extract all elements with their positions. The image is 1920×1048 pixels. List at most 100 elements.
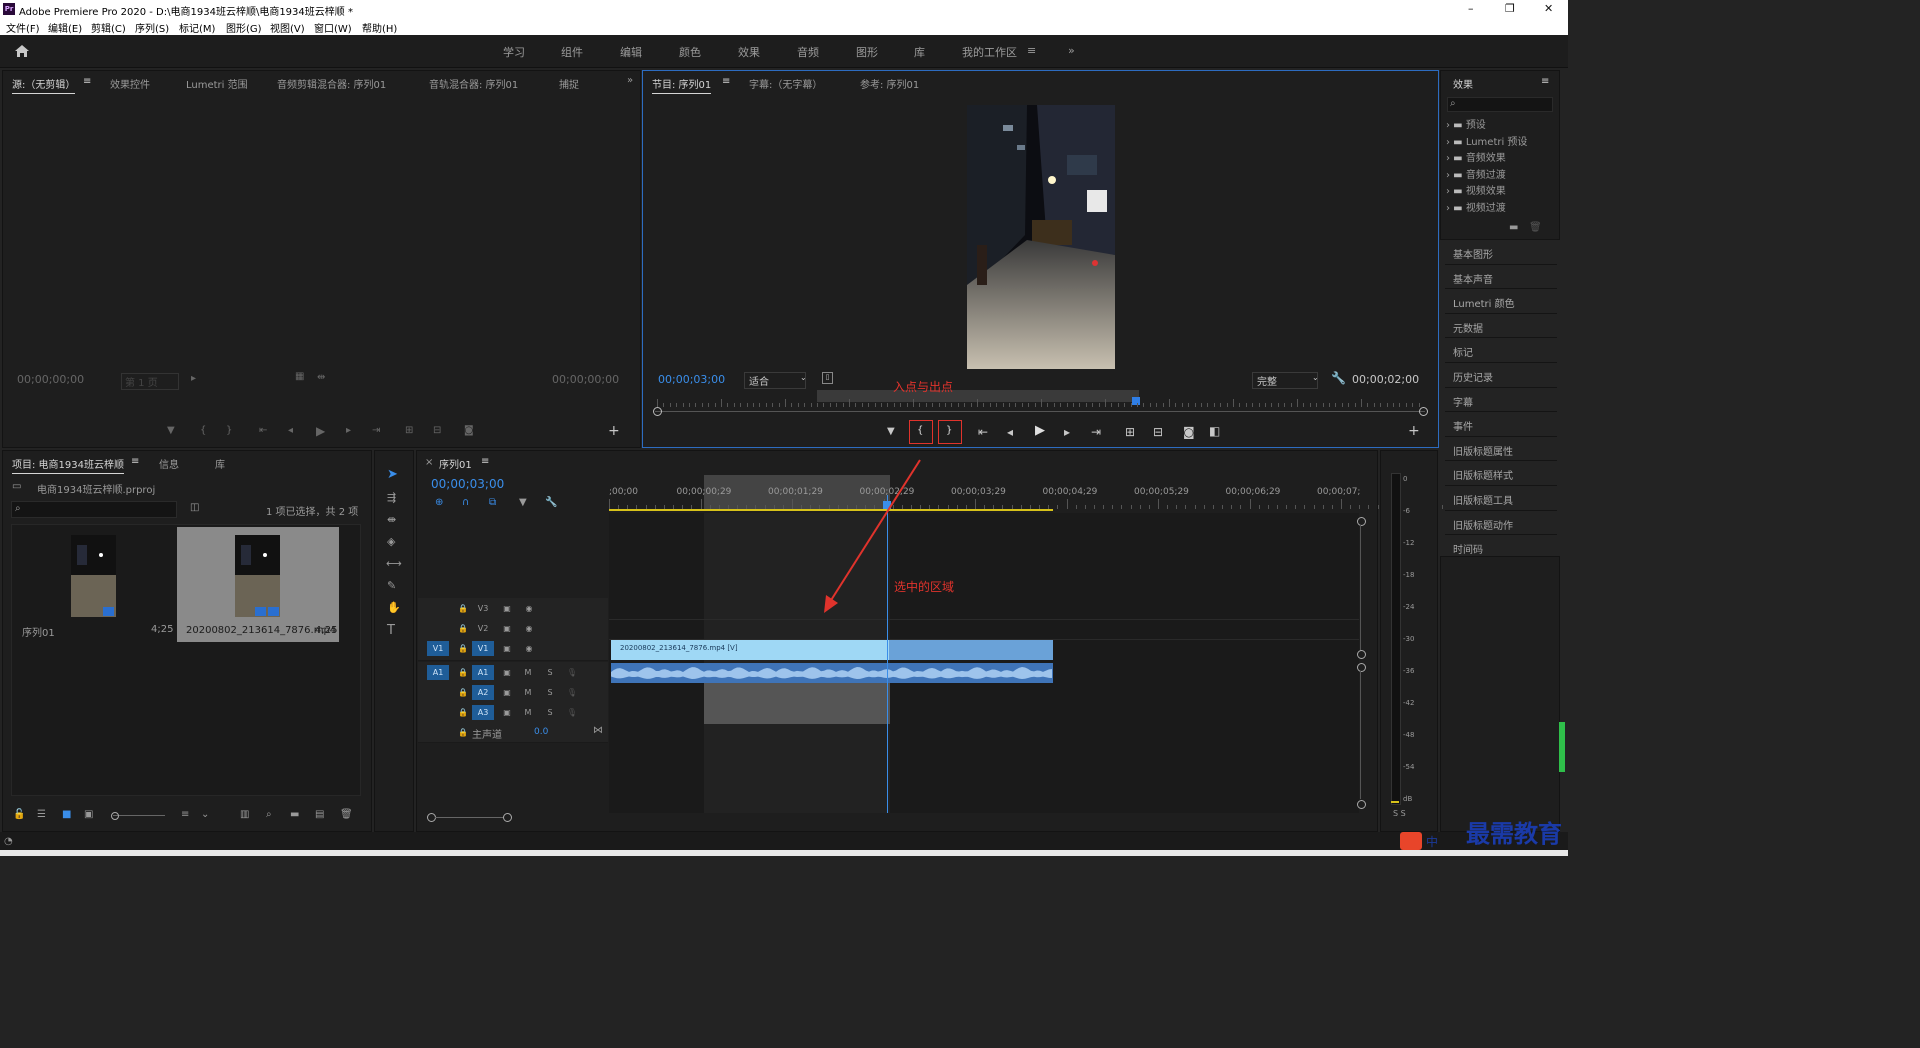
track-eye-icon[interactable]: ◉ (518, 621, 540, 636)
v-scroll-handle-mid[interactable] (1357, 650, 1366, 659)
side-panel-item[interactable]: 旧版标题样式 (1445, 460, 1557, 484)
track-label-v3[interactable]: V3 (472, 601, 494, 616)
goto-in-icon[interactable]: ⇤ (978, 425, 988, 439)
timeline-timecode[interactable]: 00;00;03;00 (431, 477, 504, 491)
menu-view[interactable]: 视图(V) (270, 20, 305, 35)
zoom-slider-handle[interactable] (111, 812, 119, 820)
timeline-settings-icon[interactable]: 🔧 (545, 497, 557, 508)
tab-libraries[interactable]: 库 (215, 456, 225, 471)
menu-help[interactable]: 帮助(H) (362, 20, 397, 35)
snap-icon[interactable]: ∩ (462, 497, 469, 508)
maximize-button[interactable]: ❐ (1505, 2, 1515, 15)
track-sync-icon[interactable]: ▣ (496, 685, 518, 700)
tab-lumetri-scopes[interactable]: Lumetri 范围 (186, 76, 248, 91)
tab-effect-controls[interactable]: 效果控件 (110, 76, 150, 91)
step-forward-icon[interactable]: ▸ (1064, 425, 1070, 439)
workspace-audio[interactable]: 音频 (797, 44, 819, 60)
extract-icon[interactable]: ⊟ (1153, 425, 1163, 439)
v-scroll-line[interactable] (1360, 525, 1361, 651)
source-play-icon[interactable]: ▶ (316, 424, 325, 438)
track-label-v1[interactable]: V1 (472, 641, 494, 656)
solo-button[interactable]: S (539, 705, 561, 720)
mute-button[interactable]: M (517, 685, 539, 700)
type-tool-icon[interactable]: T (387, 623, 395, 638)
tab-audio-track-mixer[interactable]: 音轨混合器: 序列01 (429, 76, 518, 91)
comparison-view-icon[interactable]: ◧ (1209, 424, 1220, 438)
minimize-button[interactable]: – (1468, 2, 1474, 15)
effects-search-input[interactable]: ⌕ (1447, 97, 1553, 112)
master-end-icon[interactable]: ⋈ (593, 725, 603, 736)
source-marker-icon[interactable]: ▼ (167, 425, 175, 436)
ime-mode[interactable]: 中 (1426, 833, 1438, 850)
new-item-icon[interactable]: ▤ (315, 809, 324, 820)
program-time-ruler[interactable] (657, 399, 1425, 407)
menu-graphics[interactable]: 图形(G) (226, 20, 262, 35)
tab-capture[interactable]: 捕捉 (559, 76, 579, 91)
program-settings-icon[interactable]: ▯ (822, 372, 833, 384)
source-step-back-icon[interactable]: ◂ (288, 425, 293, 436)
new-bin-icon[interactable]: ▬ (1509, 222, 1518, 233)
export-frame-icon[interactable]: ◙ (1183, 425, 1195, 439)
freeform-view-icon[interactable]: ▣ (84, 809, 93, 820)
v-scroll-handle-bottom[interactable] (1357, 800, 1366, 809)
program-zoom-handle-left[interactable] (653, 407, 662, 416)
home-icon[interactable] (14, 44, 30, 58)
icon-view-icon[interactable]: ■ (62, 809, 71, 820)
program-marker-icon[interactable]: ▼ (887, 426, 895, 437)
menu-window[interactable]: 窗口(W) (314, 20, 352, 35)
tab-captions[interactable]: 字幕:（无字幕） (749, 76, 822, 91)
menu-clip[interactable]: 剪辑(C) (91, 20, 126, 35)
audio-clip[interactable] (611, 663, 1053, 683)
track-eye-icon[interactable]: ◉ (518, 601, 540, 616)
tab-source[interactable]: 源:（无剪辑） (12, 76, 76, 94)
workspace-learn[interactable]: 学习 (503, 44, 525, 60)
source-overwrite-icon[interactable]: ⊟ (433, 425, 441, 436)
step-back-icon[interactable]: ◂ (1007, 425, 1013, 439)
linked-selection-icon[interactable]: ⧉ (489, 497, 496, 508)
track-sync-icon[interactable]: ▣ (496, 601, 518, 616)
workspace-effects[interactable]: 效果 (738, 44, 760, 60)
program-quality-select[interactable]: 完整 (1252, 372, 1318, 389)
track-lock-icon[interactable]: 🔒 (452, 601, 474, 616)
source-export-frame-icon[interactable]: ◙ (464, 425, 474, 436)
tab-program[interactable]: 节目: 序列01 (652, 76, 712, 94)
track-lock-icon[interactable]: 🔒 (452, 641, 474, 656)
close-button[interactable]: ✕ (1544, 2, 1553, 15)
sort-chevron-icon[interactable]: ⌄ (201, 809, 209, 820)
hand-tool-icon[interactable]: ✋ (387, 601, 401, 614)
workspace-overflow-icon[interactable]: » (1068, 44, 1075, 57)
mute-button[interactable]: M (517, 665, 539, 680)
automate-sequence-icon[interactable]: ▥ (240, 809, 249, 820)
mic-icon[interactable]: 🎙 (561, 665, 583, 680)
source-settings-icon[interactable]: ▦ (295, 371, 304, 382)
source-add-button-icon[interactable]: + (608, 423, 620, 439)
mic-icon[interactable]: 🎙 (561, 685, 583, 700)
program-fit-select[interactable]: 适合 (744, 372, 806, 389)
video-clip-selected-part[interactable] (889, 640, 1053, 660)
source-overflow-icon[interactable]: » (627, 75, 633, 86)
program-tab-menu-icon[interactable]: ≡ (722, 76, 730, 87)
track-label-v2[interactable]: V2 (472, 621, 494, 636)
ripple-edit-tool-icon[interactable]: ⇼ (387, 513, 396, 526)
program-add-button-icon[interactable]: + (1408, 423, 1420, 439)
source-next-icon[interactable]: ▸ (191, 373, 196, 384)
timeline-close-icon[interactable]: × (425, 457, 433, 468)
workspace-assembly[interactable]: 组件 (561, 44, 583, 60)
menu-sequence[interactable]: 序列(S) (135, 20, 169, 35)
mark-in-button[interactable]: { (909, 420, 933, 444)
side-panel-item[interactable]: 基本声音 (1445, 263, 1557, 288)
h-scroll-bar[interactable] (435, 817, 503, 818)
v-scroll-handle-audio[interactable] (1357, 663, 1366, 672)
effects-folder[interactable]: › ▬ Lumetri 预设 (1446, 133, 1527, 148)
track-sync-icon[interactable]: ▣ (496, 665, 518, 680)
side-panel-item[interactable]: 事件 (1445, 411, 1557, 435)
track-label-a2[interactable]: A2 (472, 685, 494, 700)
timeline-tab[interactable]: 序列01 (439, 456, 472, 471)
solo-button[interactable]: S (539, 665, 561, 680)
list-view-icon[interactable]: ☰ (37, 809, 46, 820)
add-marker-icon[interactable]: ▼ (519, 497, 527, 508)
find-icon[interactable]: ⌕ (266, 809, 272, 820)
source-mark-out-icon[interactable]: } (226, 425, 232, 436)
side-panel-item[interactable]: 历史记录 (1445, 362, 1557, 386)
h-scroll-handle-right[interactable] (503, 813, 512, 822)
